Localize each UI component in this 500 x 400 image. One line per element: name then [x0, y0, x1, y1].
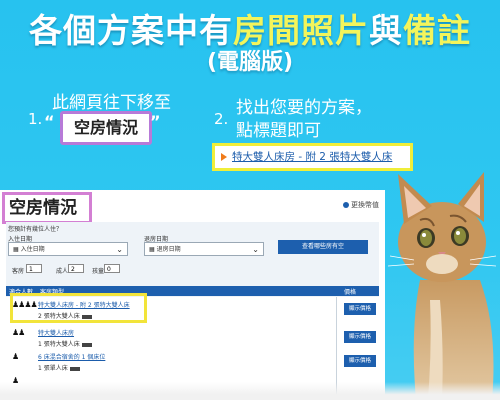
- currency-label: 更換幣值: [351, 201, 379, 209]
- bed-text: 1 張特大雙人床: [38, 341, 80, 348]
- chevron-down-icon: ⌄: [116, 245, 123, 254]
- table-row: ♟♟ 特大雙人床房 1 張特大雙人床 顯示價格: [6, 325, 379, 350]
- divider: [336, 325, 337, 349]
- step1-boxed-label: 空房情況: [60, 111, 152, 145]
- step2-number: 2.: [214, 110, 229, 128]
- currency-switch[interactable]: 更換幣值: [343, 200, 379, 210]
- availability-title: 空房情況: [2, 192, 92, 224]
- rooms-label: 客房: [12, 268, 25, 275]
- adults-select[interactable]: 2: [68, 264, 84, 273]
- checkout-field[interactable]: ▦ 退房日期 ⌄: [144, 242, 264, 256]
- bed-icon: [81, 342, 92, 347]
- divider: [336, 349, 337, 373]
- quote-close: ”: [150, 112, 161, 131]
- room-bed-info: 1 張特大雙人床: [38, 339, 92, 348]
- step1-number: 1.: [28, 110, 43, 128]
- bed-icon: [69, 366, 80, 371]
- header-price: 價格: [344, 289, 357, 296]
- bottom-fade: [0, 382, 500, 400]
- person-icons: ♟♟: [12, 328, 25, 337]
- step2-text-line2: 點標題即可: [236, 121, 321, 141]
- room-link[interactable]: 特大雙人床房: [38, 328, 74, 337]
- person-icons: ♟: [12, 352, 19, 361]
- room-title-link-text: 特大雙人床房 - 附 2 張特大雙人床: [232, 151, 393, 163]
- calendar-icon: ▦: [149, 246, 157, 253]
- adults-label: 成人: [56, 268, 69, 275]
- bed-text: 1 張單人床: [38, 365, 68, 372]
- show-price-button[interactable]: 顯示價格: [344, 331, 376, 343]
- selected-room-highlight: [10, 293, 147, 323]
- kitten-image: [387, 172, 497, 400]
- table-row: ♟ 6 床混合宿舍的 1 個床位 1 張單人床 顯示價格: [6, 349, 379, 374]
- triangle-arrow-icon: [221, 153, 227, 161]
- children-label: 孩童: [92, 268, 105, 275]
- children-select[interactable]: 0: [104, 264, 120, 273]
- calendar-icon: ▦: [13, 246, 21, 253]
- sub-heading: (電腦版): [206, 50, 294, 75]
- show-price-button[interactable]: 顯示價格: [344, 303, 376, 315]
- show-price-button[interactable]: 顯示價格: [344, 355, 376, 367]
- guest-question: 您預計有幾位人住？: [8, 226, 63, 233]
- currency-icon: [343, 202, 349, 208]
- checkin-value: 入住日期: [20, 246, 45, 253]
- room-bed-info: 1 張單人床: [38, 363, 80, 372]
- divider: [336, 297, 337, 325]
- rooms-select[interactable]: 1: [26, 264, 42, 273]
- step2-text-line1: 找出您要的方案，: [236, 98, 372, 118]
- step1-text: 此網頁往下移至: [52, 93, 171, 113]
- checkin-field[interactable]: ▦ 入住日期 ⌄: [8, 242, 128, 256]
- search-availability-button[interactable]: 查看哪些房有空: [278, 240, 368, 254]
- checkout-value: 退房日期: [156, 246, 181, 253]
- room-link[interactable]: 6 床混合宿舍的 1 個床位: [38, 352, 105, 361]
- quote-open: “: [44, 112, 55, 131]
- chevron-down-icon: ⌄: [252, 245, 259, 254]
